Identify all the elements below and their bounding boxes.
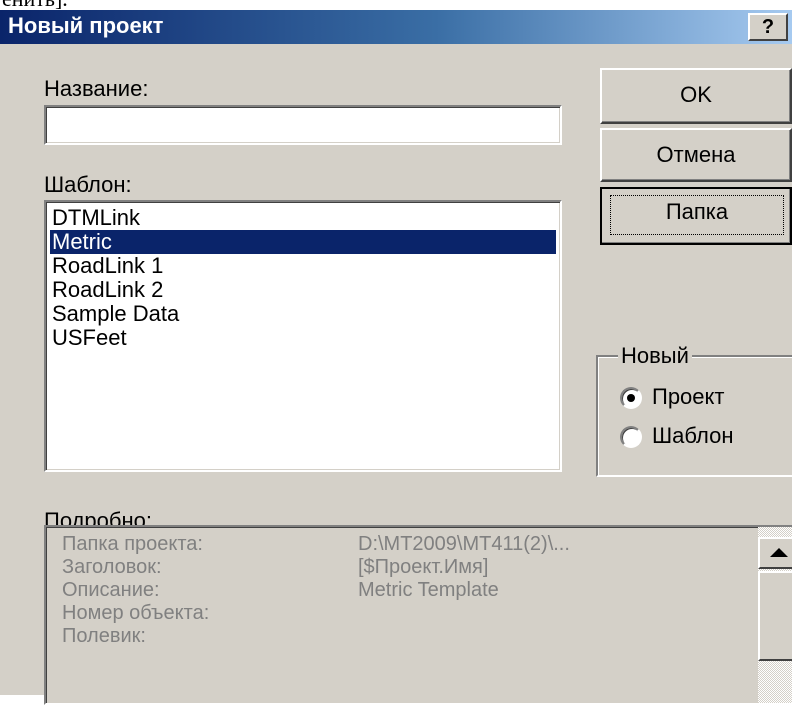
scroll-thumb[interactable] bbox=[758, 571, 792, 661]
template-label: Шаблон: bbox=[44, 172, 132, 197]
list-item-dtmlink[interactable]: DTMLink bbox=[50, 206, 556, 230]
new-group-box bbox=[596, 355, 792, 477]
arrow-up-icon bbox=[770, 548, 788, 557]
detail-key: Полевик: bbox=[62, 625, 146, 647]
list-item-metric[interactable]: Metric bbox=[50, 230, 556, 254]
detail-value: [$Проект.Имя] bbox=[358, 556, 489, 578]
ok-button[interactable]: OK bbox=[600, 68, 792, 124]
radio-selected-dot bbox=[627, 394, 635, 402]
new-group-title: Новый bbox=[618, 343, 692, 369]
list-item-usfeet[interactable]: USFeet bbox=[50, 326, 556, 350]
radio-template-label: Шаблон bbox=[652, 423, 734, 448]
template-listbox[interactable]: DTMLink Metric RoadLink 1 RoadLink 2 Sam… bbox=[44, 200, 562, 472]
details-panel: Папка проекта: D:\MT2009\MT411(2)\... За… bbox=[44, 525, 792, 705]
list-item-roadlink-1[interactable]: RoadLink 1 bbox=[50, 254, 556, 278]
title-bar[interactable]: Новый проект ? bbox=[0, 10, 792, 44]
scroll-up-button[interactable] bbox=[758, 537, 792, 569]
detail-value: D:\MT2009\MT411(2)\... bbox=[358, 533, 570, 555]
dialog-title: Новый проект bbox=[8, 13, 164, 38]
help-button[interactable]: ? bbox=[748, 13, 788, 41]
details-scrollbar[interactable] bbox=[758, 527, 792, 703]
radio-project-label: Проект bbox=[652, 384, 725, 409]
name-input[interactable] bbox=[44, 105, 562, 145]
detail-key: Заголовок: bbox=[62, 556, 162, 578]
detail-key: Номер объекта: bbox=[62, 602, 210, 624]
list-item-roadlink-2[interactable]: RoadLink 2 bbox=[50, 278, 556, 302]
list-item-sample-data[interactable]: Sample Data bbox=[50, 302, 556, 326]
name-label: Название: bbox=[44, 76, 149, 101]
radio-project-button[interactable] bbox=[620, 387, 642, 409]
detail-key: Описание: bbox=[62, 579, 160, 601]
detail-value: Metric Template bbox=[358, 579, 499, 601]
cancel-button[interactable]: Отмена bbox=[600, 128, 792, 182]
detail-key: Папка проекта: bbox=[62, 533, 203, 555]
radio-template-button[interactable] bbox=[620, 426, 642, 448]
folder-button[interactable]: Папка bbox=[600, 187, 792, 245]
folder-button-label: Папка bbox=[610, 195, 784, 235]
